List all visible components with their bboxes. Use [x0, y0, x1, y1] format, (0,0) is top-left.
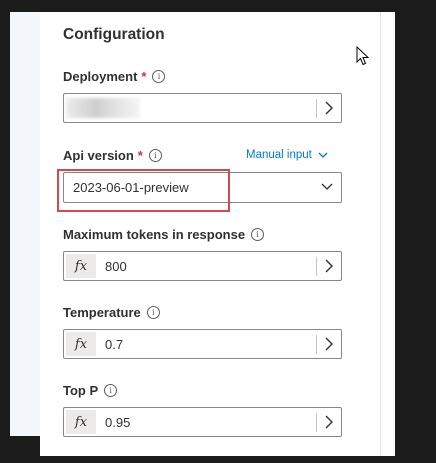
top-p-label-row: Top P i: [63, 383, 118, 398]
fx-icon[interactable]: fx: [66, 410, 96, 434]
max-tokens-field[interactable]: fx 800: [63, 251, 342, 281]
info-icon[interactable]: i: [251, 228, 265, 241]
left-pane-strip: [10, 12, 40, 436]
deployment-label-row: Deployment * i: [63, 69, 166, 84]
manual-input-toggle[interactable]: Manual input: [246, 149, 328, 161]
chevron-right-icon[interactable]: [317, 94, 341, 122]
info-icon[interactable]: i: [104, 384, 118, 397]
deployment-label: Deployment: [63, 69, 138, 84]
fx-icon[interactable]: fx: [66, 254, 96, 278]
info-icon[interactable]: i: [146, 306, 160, 319]
temperature-value[interactable]: 0.7: [105, 337, 123, 352]
api-version-select[interactable]: 2023-06-01-preview: [63, 172, 342, 203]
mouse-cursor-icon: [356, 46, 370, 66]
temperature-label-row: Temperature i: [63, 305, 160, 320]
temperature-field[interactable]: fx 0.7: [63, 329, 342, 359]
top-p-field[interactable]: fx 0.95: [63, 407, 342, 437]
info-icon[interactable]: i: [148, 149, 162, 162]
chevron-down-icon[interactable]: [315, 173, 339, 201]
max-tokens-label-row: Maximum tokens in response i: [63, 227, 265, 242]
chevron-right-icon[interactable]: [317, 408, 341, 436]
redacted-deployment-value: [66, 98, 140, 118]
info-icon[interactable]: i: [152, 70, 166, 83]
chevron-right-icon[interactable]: [317, 252, 341, 280]
max-tokens-label: Maximum tokens in response: [63, 227, 246, 242]
api-version-label: Api version: [63, 148, 134, 163]
api-version-label-row: Api version * i: [63, 148, 162, 163]
max-tokens-value[interactable]: 800: [105, 259, 127, 274]
manual-input-label[interactable]: Manual input: [246, 149, 312, 161]
panel-scroll-edge: [380, 12, 395, 456]
top-p-label: Top P: [63, 383, 99, 398]
fx-icon[interactable]: fx: [66, 332, 96, 356]
required-mark: *: [137, 148, 143, 163]
required-mark: *: [141, 69, 147, 84]
temperature-label: Temperature: [63, 305, 141, 320]
chevron-down-icon: [318, 152, 328, 158]
section-title: Configuration: [63, 26, 165, 43]
chevron-right-icon[interactable]: [317, 330, 341, 358]
deployment-field[interactable]: [63, 93, 342, 123]
api-version-value: 2023-06-01-preview: [73, 180, 189, 195]
top-p-value[interactable]: 0.95: [105, 415, 130, 430]
